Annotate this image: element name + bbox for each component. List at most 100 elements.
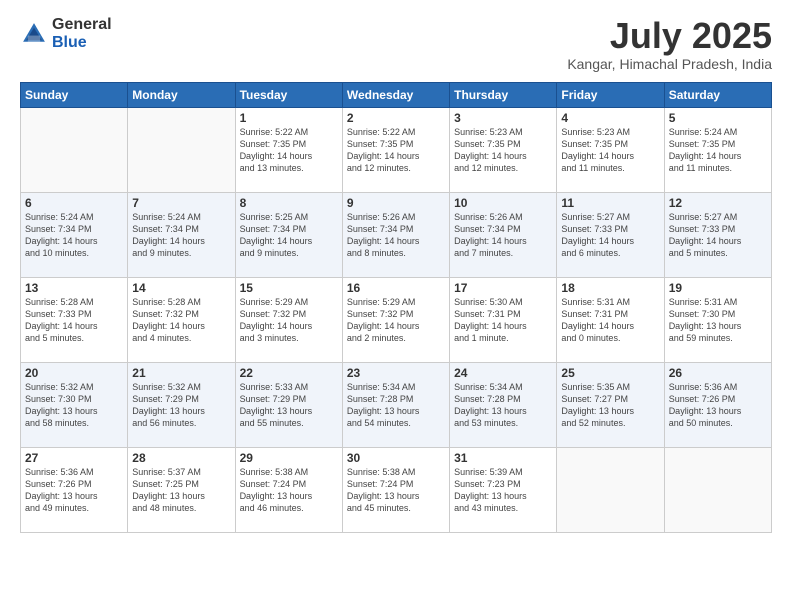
- calendar-cell: 11Sunrise: 5:27 AM Sunset: 7:33 PM Dayli…: [557, 192, 664, 277]
- calendar-cell: 28Sunrise: 5:37 AM Sunset: 7:25 PM Dayli…: [128, 447, 235, 532]
- day-detail: Sunrise: 5:26 AM Sunset: 7:34 PM Dayligh…: [347, 211, 445, 260]
- day-number: 12: [669, 196, 767, 210]
- day-number: 22: [240, 366, 338, 380]
- day-detail: Sunrise: 5:31 AM Sunset: 7:31 PM Dayligh…: [561, 296, 659, 345]
- day-detail: Sunrise: 5:23 AM Sunset: 7:35 PM Dayligh…: [561, 126, 659, 175]
- day-number: 7: [132, 196, 230, 210]
- day-detail: Sunrise: 5:30 AM Sunset: 7:31 PM Dayligh…: [454, 296, 552, 345]
- day-detail: Sunrise: 5:22 AM Sunset: 7:35 PM Dayligh…: [240, 126, 338, 175]
- day-number: 1: [240, 111, 338, 125]
- day-number: 5: [669, 111, 767, 125]
- day-number: 18: [561, 281, 659, 295]
- day-detail: Sunrise: 5:24 AM Sunset: 7:35 PM Dayligh…: [669, 126, 767, 175]
- calendar-cell: 18Sunrise: 5:31 AM Sunset: 7:31 PM Dayli…: [557, 277, 664, 362]
- day-number: 17: [454, 281, 552, 295]
- day-number: 15: [240, 281, 338, 295]
- calendar-cell: 12Sunrise: 5:27 AM Sunset: 7:33 PM Dayli…: [664, 192, 771, 277]
- calendar-cell: 22Sunrise: 5:33 AM Sunset: 7:29 PM Dayli…: [235, 362, 342, 447]
- calendar-cell: 9Sunrise: 5:26 AM Sunset: 7:34 PM Daylig…: [342, 192, 449, 277]
- day-detail: Sunrise: 5:22 AM Sunset: 7:35 PM Dayligh…: [347, 126, 445, 175]
- day-number: 14: [132, 281, 230, 295]
- calendar-cell: 20Sunrise: 5:32 AM Sunset: 7:30 PM Dayli…: [21, 362, 128, 447]
- page: General Blue July 2025 Kangar, Himachal …: [0, 0, 792, 612]
- day-number: 28: [132, 451, 230, 465]
- calendar-header-row: Sunday Monday Tuesday Wednesday Thursday…: [21, 82, 772, 107]
- logo-text: General Blue: [52, 16, 112, 51]
- day-number: 20: [25, 366, 123, 380]
- calendar-cell: 7Sunrise: 5:24 AM Sunset: 7:34 PM Daylig…: [128, 192, 235, 277]
- day-number: 21: [132, 366, 230, 380]
- calendar-cell: [128, 107, 235, 192]
- calendar-cell: 1Sunrise: 5:22 AM Sunset: 7:35 PM Daylig…: [235, 107, 342, 192]
- day-number: 10: [454, 196, 552, 210]
- day-number: 24: [454, 366, 552, 380]
- calendar-cell: 3Sunrise: 5:23 AM Sunset: 7:35 PM Daylig…: [450, 107, 557, 192]
- calendar-cell: 2Sunrise: 5:22 AM Sunset: 7:35 PM Daylig…: [342, 107, 449, 192]
- day-detail: Sunrise: 5:35 AM Sunset: 7:27 PM Dayligh…: [561, 381, 659, 430]
- day-number: 9: [347, 196, 445, 210]
- header: General Blue July 2025 Kangar, Himachal …: [20, 16, 772, 72]
- day-detail: Sunrise: 5:25 AM Sunset: 7:34 PM Dayligh…: [240, 211, 338, 260]
- day-number: 26: [669, 366, 767, 380]
- day-detail: Sunrise: 5:29 AM Sunset: 7:32 PM Dayligh…: [240, 296, 338, 345]
- col-sunday: Sunday: [21, 82, 128, 107]
- day-number: 31: [454, 451, 552, 465]
- day-number: 23: [347, 366, 445, 380]
- calendar-cell: 31Sunrise: 5:39 AM Sunset: 7:23 PM Dayli…: [450, 447, 557, 532]
- day-detail: Sunrise: 5:31 AM Sunset: 7:30 PM Dayligh…: [669, 296, 767, 345]
- calendar-cell: 25Sunrise: 5:35 AM Sunset: 7:27 PM Dayli…: [557, 362, 664, 447]
- day-detail: Sunrise: 5:29 AM Sunset: 7:32 PM Dayligh…: [347, 296, 445, 345]
- col-friday: Friday: [557, 82, 664, 107]
- calendar-cell: 4Sunrise: 5:23 AM Sunset: 7:35 PM Daylig…: [557, 107, 664, 192]
- day-number: 25: [561, 366, 659, 380]
- calendar-cell: [557, 447, 664, 532]
- calendar-cell: 6Sunrise: 5:24 AM Sunset: 7:34 PM Daylig…: [21, 192, 128, 277]
- day-number: 16: [347, 281, 445, 295]
- calendar-cell: 21Sunrise: 5:32 AM Sunset: 7:29 PM Dayli…: [128, 362, 235, 447]
- day-detail: Sunrise: 5:27 AM Sunset: 7:33 PM Dayligh…: [561, 211, 659, 260]
- day-number: 30: [347, 451, 445, 465]
- day-number: 27: [25, 451, 123, 465]
- logo-blue: Blue: [52, 34, 112, 52]
- calendar-cell: 30Sunrise: 5:38 AM Sunset: 7:24 PM Dayli…: [342, 447, 449, 532]
- day-number: 19: [669, 281, 767, 295]
- calendar-cell: [21, 107, 128, 192]
- calendar-cell: 24Sunrise: 5:34 AM Sunset: 7:28 PM Dayli…: [450, 362, 557, 447]
- day-detail: Sunrise: 5:23 AM Sunset: 7:35 PM Dayligh…: [454, 126, 552, 175]
- col-wednesday: Wednesday: [342, 82, 449, 107]
- day-detail: Sunrise: 5:38 AM Sunset: 7:24 PM Dayligh…: [240, 466, 338, 515]
- calendar-week-4: 20Sunrise: 5:32 AM Sunset: 7:30 PM Dayli…: [21, 362, 772, 447]
- day-detail: Sunrise: 5:24 AM Sunset: 7:34 PM Dayligh…: [132, 211, 230, 260]
- day-detail: Sunrise: 5:34 AM Sunset: 7:28 PM Dayligh…: [454, 381, 552, 430]
- day-number: 8: [240, 196, 338, 210]
- calendar-cell: 16Sunrise: 5:29 AM Sunset: 7:32 PM Dayli…: [342, 277, 449, 362]
- calendar-cell: 19Sunrise: 5:31 AM Sunset: 7:30 PM Dayli…: [664, 277, 771, 362]
- month-title: July 2025: [567, 16, 772, 56]
- col-tuesday: Tuesday: [235, 82, 342, 107]
- day-number: 3: [454, 111, 552, 125]
- col-saturday: Saturday: [664, 82, 771, 107]
- calendar-cell: 27Sunrise: 5:36 AM Sunset: 7:26 PM Dayli…: [21, 447, 128, 532]
- logo-general: General: [52, 16, 112, 34]
- day-detail: Sunrise: 5:32 AM Sunset: 7:29 PM Dayligh…: [132, 381, 230, 430]
- day-detail: Sunrise: 5:37 AM Sunset: 7:25 PM Dayligh…: [132, 466, 230, 515]
- location: Kangar, Himachal Pradesh, India: [567, 56, 772, 72]
- calendar-cell: 29Sunrise: 5:38 AM Sunset: 7:24 PM Dayli…: [235, 447, 342, 532]
- day-detail: Sunrise: 5:32 AM Sunset: 7:30 PM Dayligh…: [25, 381, 123, 430]
- calendar-cell: 8Sunrise: 5:25 AM Sunset: 7:34 PM Daylig…: [235, 192, 342, 277]
- day-number: 4: [561, 111, 659, 125]
- day-detail: Sunrise: 5:36 AM Sunset: 7:26 PM Dayligh…: [25, 466, 123, 515]
- calendar-cell: 26Sunrise: 5:36 AM Sunset: 7:26 PM Dayli…: [664, 362, 771, 447]
- day-detail: Sunrise: 5:24 AM Sunset: 7:34 PM Dayligh…: [25, 211, 123, 260]
- calendar-week-1: 1Sunrise: 5:22 AM Sunset: 7:35 PM Daylig…: [21, 107, 772, 192]
- logo: General Blue: [20, 16, 112, 51]
- day-detail: Sunrise: 5:28 AM Sunset: 7:33 PM Dayligh…: [25, 296, 123, 345]
- calendar-cell: 10Sunrise: 5:26 AM Sunset: 7:34 PM Dayli…: [450, 192, 557, 277]
- calendar-cell: 23Sunrise: 5:34 AM Sunset: 7:28 PM Dayli…: [342, 362, 449, 447]
- day-detail: Sunrise: 5:39 AM Sunset: 7:23 PM Dayligh…: [454, 466, 552, 515]
- calendar-cell: 15Sunrise: 5:29 AM Sunset: 7:32 PM Dayli…: [235, 277, 342, 362]
- calendar-cell: 5Sunrise: 5:24 AM Sunset: 7:35 PM Daylig…: [664, 107, 771, 192]
- calendar-cell: [664, 447, 771, 532]
- col-thursday: Thursday: [450, 82, 557, 107]
- title-section: July 2025 Kangar, Himachal Pradesh, Indi…: [567, 16, 772, 72]
